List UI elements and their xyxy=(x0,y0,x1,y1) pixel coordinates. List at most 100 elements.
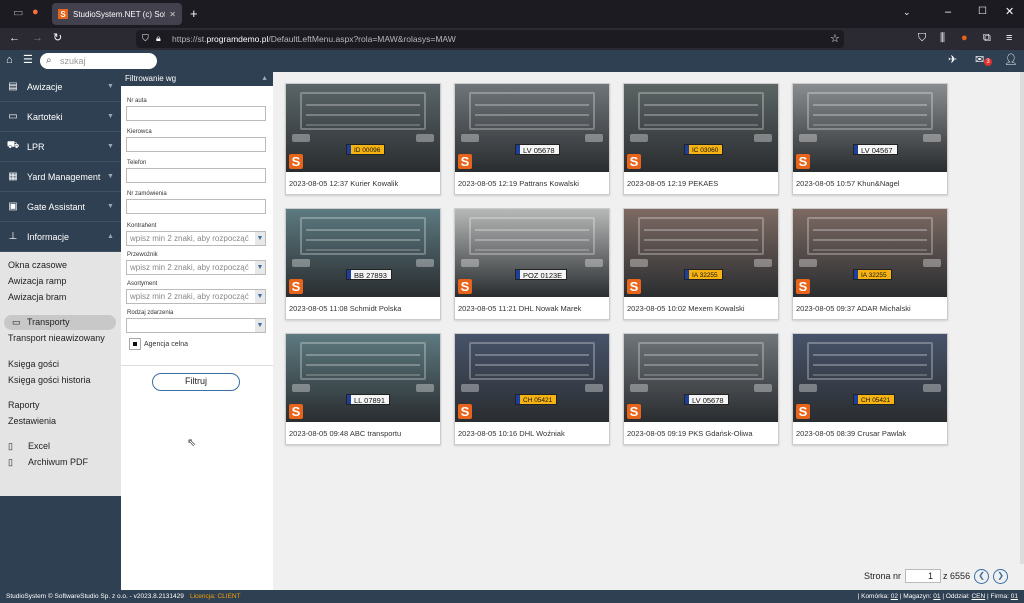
browser-tab[interactable]: S StudioSystem.NET (c) SoftwareStudio ✕ xyxy=(52,3,182,25)
dropdown-arrow-icon[interactable]: ▼ xyxy=(255,290,265,303)
prev-page-button[interactable]: ❮ xyxy=(974,568,990,584)
menu-informacje[interactable]: ⊥ Informacje ▲ xyxy=(0,222,121,252)
submenu-archiwum-pdf[interactable]: ▯ Archiwum PDF xyxy=(0,455,121,470)
truck-photo[interactable]: BB 27893 S xyxy=(286,209,440,297)
submenu-okna-czasowe[interactable]: Okna czasowe xyxy=(0,258,121,273)
menu-yard-management[interactable]: ▦ Yard Management ▼ xyxy=(0,162,121,192)
transport-card[interactable]: POZ 0123E S 2023-08-05 11:21 DHL Nowak Mar… xyxy=(454,208,610,320)
transport-card[interactable]: LV 05678 S 2023-08-05 12:19 Pattrans Kowal… xyxy=(454,83,610,195)
truck-photo[interactable]: CH 05421 S xyxy=(455,334,609,422)
submenu-ksiega-gosci[interactable]: Księga gości xyxy=(0,357,121,372)
chevron-up-icon: ▲ xyxy=(261,75,268,82)
transport-card[interactable]: CH 05421 S 2023-08-05 10:16 DHL Woźniak xyxy=(454,333,610,445)
maximize-icon[interactable]: ☐ xyxy=(978,7,987,17)
forward-icon[interactable]: → xyxy=(32,33,43,44)
transport-card[interactable]: ID 00096 S 2023-08-05 12:37 Kurier Kowalik xyxy=(285,83,441,195)
submenu-raporty[interactable]: Raporty xyxy=(0,398,121,413)
submenu-excel[interactable]: ▯ Excel xyxy=(0,439,121,454)
headlight-right xyxy=(416,134,434,142)
transport-card[interactable]: LV 04567 S 2023-08-05 10:57 Khun&Nagel xyxy=(792,83,948,195)
truck-photo[interactable]: IA 32255 S xyxy=(793,209,947,297)
truck-photo[interactable]: POZ 0123E S xyxy=(455,209,609,297)
user-icon[interactable]: 👤︎ xyxy=(1004,55,1018,66)
close-window-icon[interactable]: ✕ xyxy=(1005,7,1014,18)
truck-photo[interactable]: LV 04567 S xyxy=(793,84,947,172)
menu-label: Awizacje xyxy=(27,81,63,92)
telefon-input[interactable] xyxy=(126,168,266,183)
plane-icon[interactable]: ✈ xyxy=(948,55,957,66)
transport-card[interactable]: LV 05678 S 2023-08-05 09:19 PKS Gdańsk-Oli… xyxy=(623,333,779,445)
list-tabs-icon[interactable]: ⌄ xyxy=(903,8,911,17)
submenu-zestawienia[interactable]: Zestawienia xyxy=(0,414,121,429)
submenu-ksiega-gosci-historia[interactable]: Księga gości historia xyxy=(0,373,121,388)
page-input[interactable] xyxy=(905,569,942,583)
close-tab-icon[interactable]: ✕ xyxy=(169,10,176,19)
studiosystem-logo-icon: S xyxy=(627,279,641,294)
pocket-icon[interactable]: ⛉ xyxy=(918,33,926,44)
page-label: Strona nr xyxy=(864,571,902,581)
headlight-right xyxy=(923,134,941,142)
filter-header[interactable]: Filtrowanie wg ▲ xyxy=(121,72,273,86)
nr-zamowienia-input[interactable] xyxy=(126,199,266,214)
nr-auta-input[interactable] xyxy=(126,106,266,121)
transport-card[interactable]: IA 32255 S 2023-08-05 09:37 ADAR Michalski xyxy=(792,208,948,320)
studiosystem-logo-icon: S xyxy=(796,404,810,419)
menu-kartoteki[interactable]: ▭ Kartoteki ▼ xyxy=(0,102,121,132)
menu-icon[interactable]: ≡ xyxy=(1006,33,1012,44)
asortyment-select[interactable]: wpisz min 2 znaki, aby rozpocząć ▼ xyxy=(126,289,266,304)
menu-gate-assistant[interactable]: ▣ Gate Assistant ▼ xyxy=(0,192,121,222)
truck-photo[interactable]: IC 03060 S xyxy=(624,84,778,172)
rodzaj-zdarzenia-select[interactable]: ▼ xyxy=(126,318,266,333)
kierowca-input[interactable] xyxy=(126,137,266,152)
submenu-awizacja-ramp[interactable]: Awizacja ramp xyxy=(0,274,121,289)
minimize-icon[interactable]: – xyxy=(945,7,951,18)
mail-icon[interactable]: ✉ xyxy=(975,55,984,66)
truck-photo[interactable]: ID 00096 S xyxy=(286,84,440,172)
submenu-transport-nieawizowany[interactable]: Transport nieawizowany xyxy=(0,331,121,346)
extensions-icon[interactable]: ⧉ xyxy=(983,33,991,44)
rodzaj-zdarzenia-label: Rodzaj zdarzenia xyxy=(127,310,174,316)
firma-value[interactable]: 01 xyxy=(1011,593,1018,600)
truck-photo[interactable]: LV 05678 S xyxy=(624,334,778,422)
card-caption: 2023-08-05 12:19 PEKAES xyxy=(627,179,719,188)
search-input[interactable]: ⌕ szukaj xyxy=(40,53,157,69)
transport-gallery: ID 00096 S 2023-08-05 12:37 Kurier Kowalik… xyxy=(273,72,1024,590)
menu-awizacje[interactable]: ▤ Awizacje ▼ xyxy=(0,72,121,102)
scrollbar[interactable] xyxy=(1020,72,1024,564)
submenu-awizacja-bram[interactable]: Awizacja bram xyxy=(0,290,121,305)
truck-photo[interactable]: CH 05421 S xyxy=(793,334,947,422)
filtruj-button[interactable]: Filtruj xyxy=(152,373,240,391)
submenu-transporty[interactable]: ▭ Transporty xyxy=(4,315,116,330)
bookmark-star-icon[interactable]: ☆ xyxy=(830,34,840,45)
card-caption: 2023-08-05 12:37 Kurier Kowalik xyxy=(289,179,399,188)
home-icon[interactable]: ⌂ xyxy=(6,55,13,66)
truck-icon: ⛟ xyxy=(6,140,20,151)
menu-toggle-icon[interactable]: ☰ xyxy=(23,55,33,66)
kontrahent-select[interactable]: wpisz min 2 znaki, aby rozpocząć ▼ xyxy=(126,231,266,246)
firefox-view-icon[interactable]: ▭ xyxy=(13,8,23,19)
reload-icon[interactable]: ↻ xyxy=(53,33,62,44)
dropdown-arrow-icon[interactable]: ▼ xyxy=(255,232,265,245)
transport-card[interactable]: CH 05421 S 2023-08-05 08:39 Crusar Pawlak xyxy=(792,333,948,445)
library-icon[interactable]: ⫼ xyxy=(940,33,945,44)
transport-card[interactable]: IA 32255 S 2023-08-05 10:02 Mexem Kowalski xyxy=(623,208,779,320)
next-page-button[interactable]: ❯ xyxy=(993,568,1009,584)
menu-lpr[interactable]: ⛟ LPR ▼ xyxy=(0,132,121,162)
transport-card[interactable]: IC 03060 S 2023-08-05 12:19 PEKAES xyxy=(623,83,779,195)
profile-icon[interactable]: ● xyxy=(961,33,968,44)
truck-photo[interactable]: LV 05678 S xyxy=(455,84,609,172)
transport-card[interactable]: BB 27893 S 2023-08-05 11:08 Schmidt Polska xyxy=(285,208,441,320)
komorka-value[interactable]: 02 xyxy=(891,593,898,600)
agencja-celna-checkbox[interactable] xyxy=(129,338,141,350)
url-bar[interactable]: ⛉ 🔒︎ https://st.programdemo.pl/DefaultLe… xyxy=(136,30,844,48)
truck-photo[interactable]: LL 07891 S xyxy=(286,334,440,422)
magazyn-value[interactable]: 01 xyxy=(933,593,940,600)
przewoznik-select[interactable]: wpisz min 2 znaki, aby rozpocząć ▼ xyxy=(126,260,266,275)
transport-card[interactable]: LL 07891 S 2023-08-05 09:48 ABC transportu xyxy=(285,333,441,445)
dropdown-arrow-icon[interactable]: ▼ xyxy=(255,319,265,332)
new-tab-icon[interactable]: + xyxy=(190,7,198,20)
oddzial-value[interactable]: CEN xyxy=(971,593,985,600)
back-icon[interactable]: ← xyxy=(9,33,20,44)
truck-photo[interactable]: IA 32255 S xyxy=(624,209,778,297)
dropdown-arrow-icon[interactable]: ▼ xyxy=(255,261,265,274)
